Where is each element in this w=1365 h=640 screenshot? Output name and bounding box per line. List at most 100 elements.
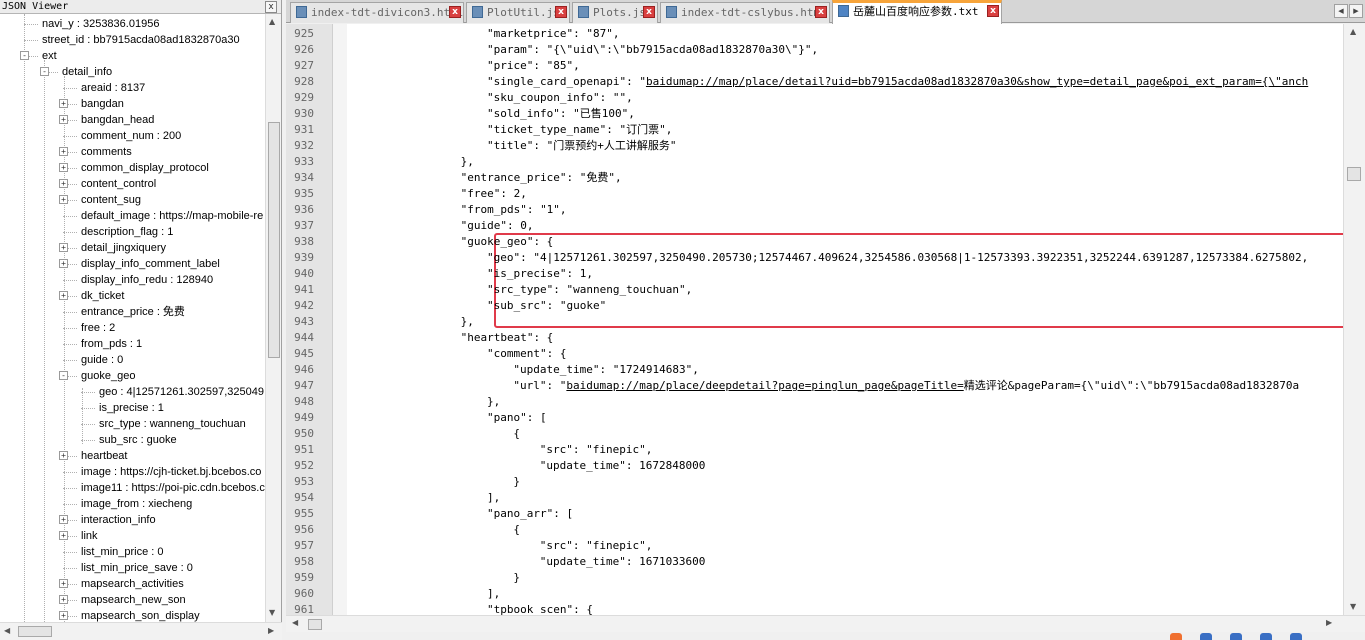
tree-node[interactable]: detail_info <box>61 64 112 80</box>
code-text: "sub_src": "guoke" <box>487 299 607 312</box>
scroll-down-arrow-icon[interactable]: ▼ <box>269 608 275 617</box>
tree-node[interactable]: description_flag : 1 <box>80 224 173 240</box>
expand-icon[interactable]: + <box>59 515 68 524</box>
tree-node[interactable]: default_image : https://map-mobile-re <box>80 208 263 224</box>
json-tree-hscroll-thumb[interactable] <box>18 626 52 637</box>
tree-node[interactable]: list_min_price_save : 0 <box>80 560 193 576</box>
expand-icon[interactable]: + <box>59 611 68 620</box>
tab-yuelushan-params-txt[interactable]: 岳麓山百度响应参数.txt x <box>832 0 1002 24</box>
tree-node[interactable]: comments <box>80 144 132 160</box>
ime-punct-icon[interactable] <box>1230 633 1242 640</box>
scroll-left-arrow-icon[interactable]: ◀ <box>4 626 10 635</box>
tab-close-icon[interactable]: x <box>987 5 999 17</box>
expand-icon[interactable]: + <box>59 163 68 172</box>
tree-node[interactable]: dk_ticket <box>80 288 124 304</box>
scroll-left-arrow-icon[interactable]: ◀ <box>292 618 298 627</box>
tab-close-icon[interactable]: x <box>815 6 827 18</box>
json-tree-scroll-thumb[interactable] <box>268 122 280 358</box>
expand-icon[interactable]: + <box>59 147 68 156</box>
ime-logo-icon[interactable] <box>1170 633 1182 640</box>
json-tree-vertical-scrollbar[interactable]: ▲ ▼ <box>265 14 281 622</box>
tree-node[interactable]: free : 2 <box>80 320 115 336</box>
tree-node[interactable]: mapsearch_son_display <box>80 608 200 622</box>
tree-node[interactable]: display_info_comment_label <box>80 256 220 272</box>
tree-node[interactable]: image : https://cjh-ticket.bj.bcebos.co <box>80 464 261 480</box>
tab-scroll-left-icon[interactable]: ◀ <box>1334 4 1348 18</box>
ime-mode-icon[interactable] <box>1200 633 1212 640</box>
scroll-down-arrow-icon[interactable]: ▼ <box>1350 602 1356 611</box>
tree-node[interactable]: detail_jingxiquery <box>80 240 166 256</box>
tree-node[interactable]: areaid : 8137 <box>80 80 145 96</box>
tree-node[interactable]: guoke_geo <box>80 368 135 384</box>
editor-hscroll-thumb[interactable] <box>308 619 322 630</box>
ime-settings-icon[interactable] <box>1290 633 1302 640</box>
expand-icon[interactable]: + <box>59 179 68 188</box>
line-number: 949 <box>294 411 314 424</box>
tree-node[interactable]: content_sug <box>80 192 141 208</box>
tab-close-icon[interactable]: x <box>643 6 655 18</box>
scroll-right-arrow-icon[interactable]: ▶ <box>1326 618 1332 627</box>
json-viewer-close-button[interactable]: x <box>265 1 277 13</box>
collapse-icon[interactable]: - <box>40 67 49 76</box>
expand-icon[interactable]: + <box>59 259 68 268</box>
tree-node-label: guoke_geo <box>81 370 136 382</box>
tree-node[interactable]: street_id : bb7915acda08ad1832870a30 <box>41 32 240 48</box>
tree-node[interactable]: src_type : wanneng_touchuan <box>98 416 246 432</box>
tree-node[interactable]: common_display_protocol <box>80 160 209 176</box>
line-number: 943 <box>294 315 314 328</box>
tab-close-icon[interactable]: x <box>555 6 567 18</box>
tree-node[interactable]: content_control <box>80 176 156 192</box>
editor-scroll-thumb[interactable] <box>1347 167 1361 181</box>
line-number: 934 <box>294 171 314 184</box>
code-line: "ticket_type_name": "订门票", <box>487 122 672 138</box>
ime-keyboard-icon[interactable] <box>1260 633 1272 640</box>
code-link[interactable]: baidumap://map/place/detail?uid=bb7915ac… <box>646 75 1308 88</box>
expand-icon[interactable]: + <box>59 291 68 300</box>
tree-node[interactable]: entrance_price : 免费 <box>80 304 185 320</box>
tree-node[interactable]: geo : 4|12571261.302597,325049 <box>98 384 264 400</box>
tree-node[interactable]: bangdan_head <box>80 112 154 128</box>
tab-index-tdt-cslybus[interactable]: index-tdt-cslybus.html x <box>660 2 830 23</box>
expand-icon[interactable]: + <box>59 195 68 204</box>
expand-icon[interactable]: + <box>59 579 68 588</box>
tree-node[interactable]: sub_src : guoke <box>98 432 177 448</box>
code-link[interactable]: baidumap://map/place/deepdetail?page=pin… <box>566 379 963 392</box>
line-number: 951 <box>294 443 314 456</box>
expand-icon[interactable]: + <box>59 451 68 460</box>
json-tree-horizontal-scrollbar[interactable]: ◀ ▶ <box>0 622 282 640</box>
tree-node[interactable]: heartbeat <box>80 448 127 464</box>
tree-node[interactable]: navi_y : 3253836.01956 <box>41 16 159 32</box>
expand-icon[interactable]: + <box>59 595 68 604</box>
scroll-right-arrow-icon[interactable]: ▶ <box>268 626 274 635</box>
expand-icon[interactable]: + <box>59 531 68 540</box>
tree-node[interactable]: mapsearch_new_son <box>80 592 186 608</box>
expand-icon[interactable]: + <box>59 115 68 124</box>
tab-index-tdt-divicon3[interactable]: index-tdt-divicon3.html x <box>290 2 464 23</box>
tree-node[interactable]: ext <box>41 48 57 64</box>
tree-node[interactable]: guide : 0 <box>80 352 123 368</box>
tab-scroll-right-icon[interactable]: ▶ <box>1349 4 1363 18</box>
tree-node[interactable]: display_info_redu : 128940 <box>80 272 213 288</box>
tree-node[interactable]: mapsearch_activities <box>80 576 184 592</box>
collapse-icon[interactable]: - <box>59 371 68 380</box>
editor-horizontal-scrollbar[interactable]: ◀ ▶ <box>286 615 1365 632</box>
tree-node[interactable]: link <box>80 528 98 544</box>
tree-node[interactable]: list_min_price : 0 <box>80 544 164 560</box>
tab-plots-js[interactable]: Plots.js x <box>572 2 658 23</box>
tree-node[interactable]: bangdan <box>80 96 124 112</box>
tree-node[interactable]: interaction_info <box>80 512 156 528</box>
editor-vertical-scrollbar[interactable]: ▲ ▼ <box>1343 24 1365 615</box>
collapse-icon[interactable]: - <box>20 51 29 60</box>
code-area[interactable]: "marketprice": "87", "param": "{\"uid\":\… <box>347 24 1343 615</box>
tree-node[interactable]: image_from : xiecheng <box>80 496 192 512</box>
tree-node[interactable]: is_precise : 1 <box>98 400 164 416</box>
scroll-up-arrow-icon[interactable]: ▲ <box>269 17 275 26</box>
scroll-up-arrow-icon[interactable]: ▲ <box>1350 27 1356 36</box>
tree-node[interactable]: from_pds : 1 <box>80 336 142 352</box>
expand-icon[interactable]: + <box>59 243 68 252</box>
expand-icon[interactable]: + <box>59 99 68 108</box>
tab-plotutil-js[interactable]: PlotUtil.js x <box>466 2 570 23</box>
tab-close-icon[interactable]: x <box>449 6 461 18</box>
tree-node[interactable]: comment_num : 200 <box>80 128 181 144</box>
tree-node[interactable]: image11 : https://poi-pic.cdn.bcebos.c <box>80 480 265 496</box>
